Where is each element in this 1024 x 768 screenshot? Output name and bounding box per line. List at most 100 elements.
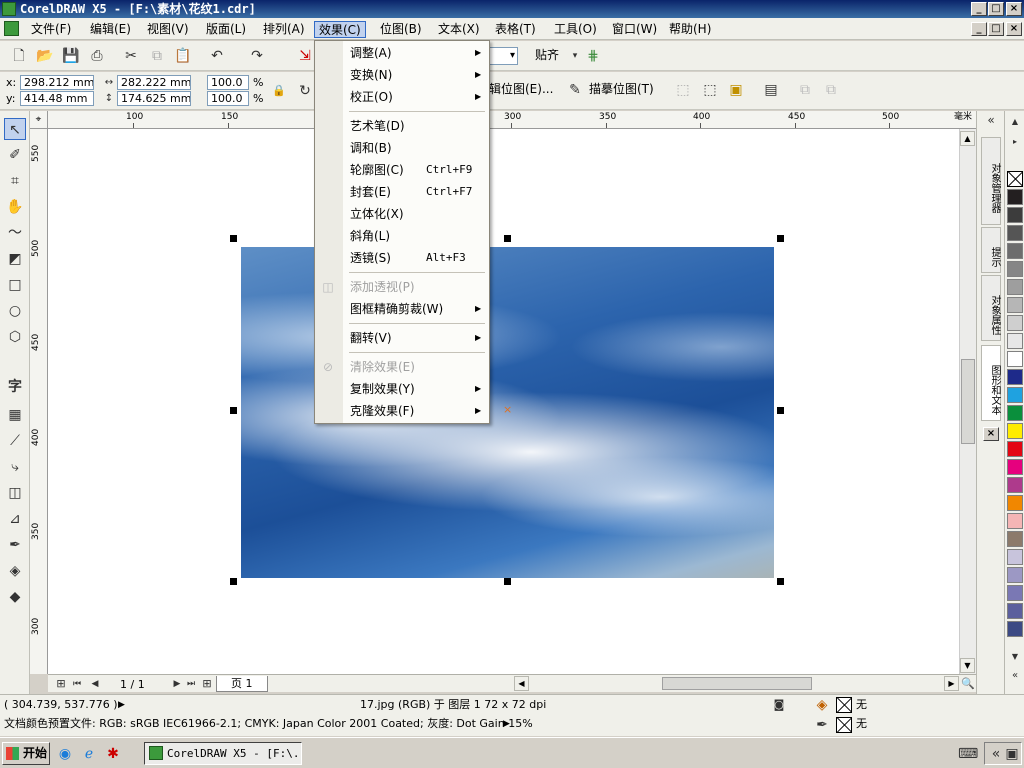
- palette-expand-icon[interactable]: «: [1006, 667, 1024, 685]
- paste-icon[interactable]: 📋: [174, 47, 192, 65]
- width-field[interactable]: 282.222 mm: [117, 75, 191, 90]
- fill-tool-icon[interactable]: ◈: [4, 560, 26, 582]
- tab-hints[interactable]: 提示: [981, 227, 1001, 273]
- first-page-icon[interactable]: ⏮: [68, 675, 86, 693]
- selection-handle[interactable]: [230, 407, 237, 414]
- ie-icon[interactable]: ℯ: [80, 745, 98, 763]
- document-icon[interactable]: [4, 21, 19, 36]
- color-swatch[interactable]: [1007, 351, 1023, 367]
- tab-graphics-and-text[interactable]: 图形和文本: [981, 345, 1001, 421]
- outline-none-swatch[interactable]: [836, 717, 852, 733]
- dimension-tool-icon[interactable]: ⟋: [4, 430, 26, 452]
- vertical-scrollbar[interactable]: ▲ ▼: [959, 129, 976, 674]
- menu-item-adjust[interactable]: 调整(A) ▶: [315, 42, 489, 64]
- expand-arrow-icon[interactable]: ▶: [118, 696, 125, 714]
- selection-handle[interactable]: [230, 235, 237, 242]
- table-tool-icon[interactable]: ▦: [4, 404, 26, 426]
- menu-item-powerclip[interactable]: 图框精确剪裁(W) ▶: [315, 298, 489, 320]
- selection-handle[interactable]: [777, 578, 784, 585]
- color-swatch[interactable]: [1007, 261, 1023, 277]
- palette-scroll-down-icon[interactable]: ▼: [1006, 648, 1024, 666]
- app-shortcut-icon[interactable]: ✱: [104, 745, 122, 763]
- doc-close-button[interactable]: ×: [1006, 22, 1022, 36]
- maximize-button[interactable]: □: [988, 2, 1004, 16]
- no-color-swatch[interactable]: [1007, 171, 1023, 187]
- menu-window[interactable]: 窗口(W): [608, 21, 661, 38]
- color-swatch[interactable]: [1007, 243, 1023, 259]
- smart-fill-tool-icon[interactable]: ◩: [4, 248, 26, 270]
- text-tool-icon[interactable]: 字: [4, 376, 26, 398]
- rectangle-tool-icon[interactable]: □: [4, 274, 26, 296]
- close-button[interactable]: ×: [1006, 2, 1022, 16]
- menu-item-add-perspective[interactable]: ◫ 添加透视(P): [315, 276, 489, 298]
- eyedropper-tool-icon[interactable]: ⊿: [4, 508, 26, 530]
- height-field[interactable]: 174.625 mm: [117, 91, 191, 106]
- scale-y-field[interactable]: 100.0: [207, 91, 249, 106]
- selection-handle[interactable]: [777, 407, 784, 414]
- color-swatch[interactable]: [1007, 207, 1023, 223]
- blend-tool-icon[interactable]: ◫: [4, 482, 26, 504]
- menu-item-lens[interactable]: 透镜(S) Alt+F3: [315, 247, 489, 269]
- selection-handle[interactable]: [504, 578, 511, 585]
- connector-tool-icon[interactable]: ⤷: [4, 456, 26, 478]
- pan-tool-icon[interactable]: ✋: [4, 196, 26, 218]
- save-icon[interactable]: 💾: [62, 47, 80, 65]
- menu-effects[interactable]: 效果(C): [314, 21, 366, 38]
- crop-bitmap-icon[interactable]: ⬚: [674, 81, 692, 99]
- menu-edit[interactable]: 编辑(E): [86, 21, 135, 38]
- close-docker-button[interactable]: ×: [983, 427, 999, 441]
- menu-bitmaps[interactable]: 位图(B): [376, 21, 426, 38]
- color-swatch[interactable]: [1007, 369, 1023, 385]
- trace-bitmap-button[interactable]: 描摹位图(T): [589, 82, 654, 97]
- menu-item-rollover[interactable]: 翻转(V) ▶: [315, 327, 489, 349]
- page-tab[interactable]: 页 1: [216, 676, 268, 692]
- copy-icon[interactable]: ⧉: [148, 47, 166, 65]
- vertical-ruler[interactable]: 550 500 450 400 350 300: [30, 129, 48, 674]
- menu-item-artistic-media[interactable]: 艺术笔(D): [315, 115, 489, 137]
- color-swatch[interactable]: [1007, 333, 1023, 349]
- color-swatch[interactable]: [1007, 423, 1023, 439]
- outline-pen-indicator-icon[interactable]: ✒: [813, 716, 831, 734]
- selection-handle[interactable]: [230, 578, 237, 585]
- interactive-fill-tool-icon[interactable]: ◆: [4, 586, 26, 608]
- zoom-level-dropdown[interactable]: [488, 47, 518, 65]
- taskbar-coreldraw-button[interactable]: CorelDRAW X5 - [F:\...: [144, 742, 302, 765]
- menu-item-clear-effect[interactable]: ⊘ 清除效果(E): [315, 356, 489, 378]
- menu-tools[interactable]: 工具(O): [550, 21, 601, 38]
- menu-item-bevel[interactable]: 斜角(L): [315, 225, 489, 247]
- add-page-after-icon[interactable]: ⊞: [198, 675, 216, 693]
- crop-tool-icon[interactable]: ⌗: [4, 170, 26, 192]
- snap-to-label[interactable]: 贴齐: [535, 48, 559, 63]
- color-swatch[interactable]: [1007, 279, 1023, 295]
- fill-indicator-icon[interactable]: ◈: [813, 696, 831, 714]
- fill-none-swatch[interactable]: [836, 697, 852, 713]
- trace-bitmap-icon[interactable]: ✎: [566, 81, 584, 99]
- minimize-button[interactable]: _: [971, 2, 987, 16]
- selection-handle[interactable]: [504, 235, 511, 242]
- scroll-up-icon[interactable]: ▲: [960, 131, 975, 146]
- lock-ratio-icon[interactable]: 🔒: [270, 82, 288, 100]
- freehand-tool-icon[interactable]: 〜: [4, 222, 26, 244]
- color-swatch[interactable]: [1007, 441, 1023, 457]
- scale-x-field[interactable]: 100.0: [207, 75, 249, 90]
- menu-layout[interactable]: 版面(L): [202, 21, 250, 38]
- open-icon[interactable]: 📂: [36, 47, 54, 65]
- zoom-navigator-icon[interactable]: 🔍: [959, 675, 977, 693]
- bitmap-color-mask-icon[interactable]: ▣: [727, 81, 745, 99]
- menu-item-envelope[interactable]: 封套(E) Ctrl+F7: [315, 181, 489, 203]
- color-swatch[interactable]: [1007, 477, 1023, 493]
- to-back-icon[interactable]: ⧉: [822, 81, 840, 99]
- tab-object-manager[interactable]: 对象管理器: [981, 137, 1001, 225]
- color-swatch[interactable]: [1007, 189, 1023, 205]
- palette-scroll-up-icon[interactable]: ▲: [1006, 113, 1024, 131]
- selection-handle[interactable]: [777, 235, 784, 242]
- rotation-center-icon[interactable]: ×: [503, 404, 512, 415]
- edit-bitmap-button[interactable]: 辑位图(E)...: [489, 82, 553, 97]
- color-swatch[interactable]: [1007, 405, 1023, 421]
- color-swatch[interactable]: [1007, 567, 1023, 583]
- menu-table[interactable]: 表格(T): [491, 21, 540, 38]
- menu-item-correction[interactable]: 校正(O) ▶: [315, 86, 489, 108]
- keyboard-icon[interactable]: ⌨: [958, 745, 978, 763]
- polygon-tool-icon[interactable]: ⬡: [4, 326, 26, 348]
- x-position-field[interactable]: 298.212 mm: [20, 75, 94, 90]
